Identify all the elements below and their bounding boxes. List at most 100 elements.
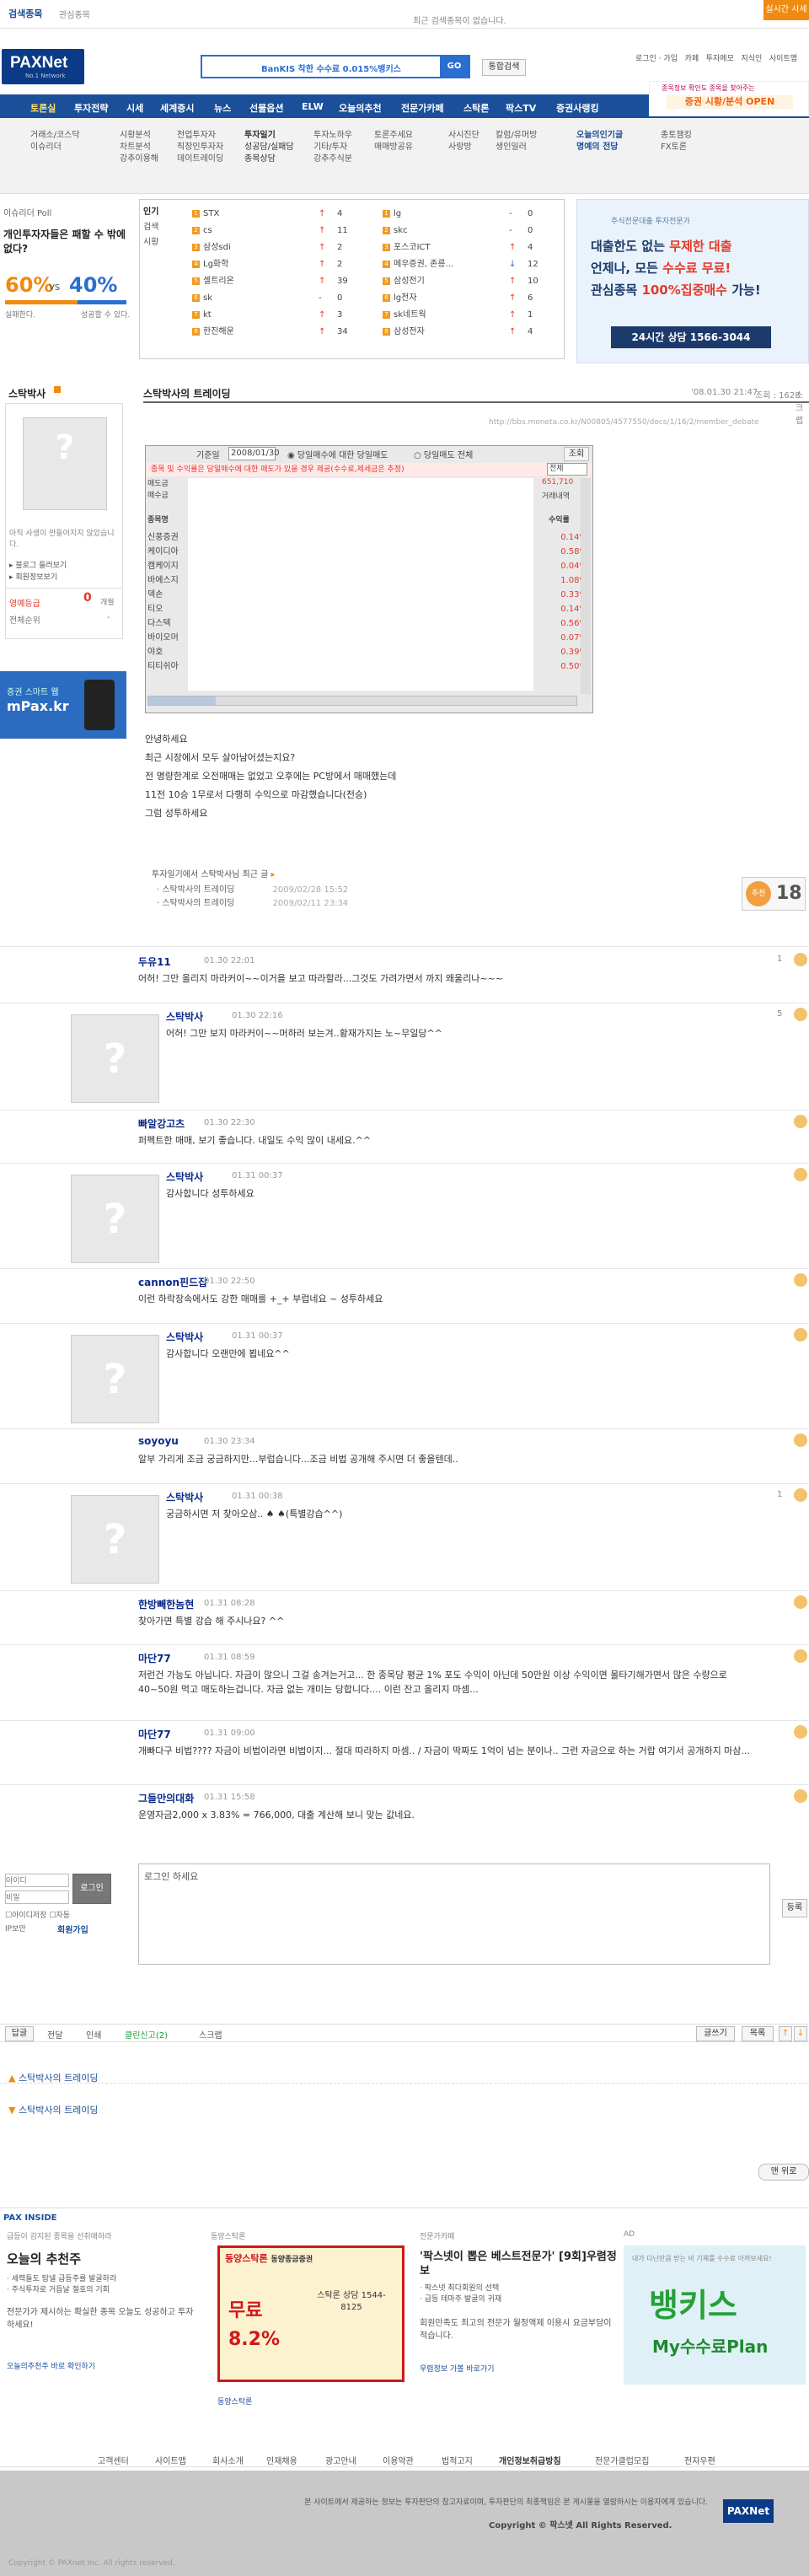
rank-stock-name[interactable]: 삼성전기 — [394, 277, 425, 286]
recommend-button[interactable]: 추천 18 — [742, 877, 806, 911]
subnav-item[interactable]: 종목상담 — [244, 153, 294, 165]
grid-tab-2[interactable]: ○ 당일매도 전체 — [414, 448, 473, 460]
subnav-item[interactable]: 기타/투자 — [313, 142, 352, 153]
save-id-checkbox[interactable]: ☐아이디저장 ☐자동 — [5, 1909, 70, 1920]
comment-author[interactable]: cannon핀드잡 — [138, 1275, 207, 1289]
footer-link[interactable]: 개인정보취급방침 — [499, 2454, 561, 2466]
subnav-item[interactable]: 오늘의인기글 — [576, 130, 623, 142]
qna-link[interactable]: 지식인 — [741, 55, 762, 63]
rank-stock-name[interactable]: Lg화학 — [203, 260, 228, 269]
comment-author[interactable]: 스탁박사 — [166, 1490, 203, 1504]
ranking-row[interactable]: 6 lg전자 ↑ 6 — [383, 291, 560, 305]
subnav-item[interactable]: 거래소/코스닥 — [30, 130, 80, 142]
subnav-item[interactable]: 종토챔킹 — [661, 130, 692, 142]
live-quote-button[interactable]: 실시간 시세 — [763, 0, 809, 20]
comment-reply-icon[interactable] — [794, 1649, 807, 1663]
total-search-button[interactable]: 통합검색 — [482, 59, 526, 76]
profile-info-link[interactable]: ▸ 회원정보보기 — [9, 571, 57, 582]
ranking-row[interactable]: 4 메우증권, 존릉... ↓ 12 — [383, 257, 560, 272]
comment-reply-icon[interactable] — [794, 1273, 807, 1287]
rank-stock-name[interactable]: 한진해운 — [203, 327, 234, 336]
join-link[interactable]: 가입 — [663, 55, 678, 63]
footer-link[interactable]: 사이트맵 — [155, 2454, 186, 2466]
paxnet-logo[interactable]: PAXNet No.1 Network — [2, 49, 84, 84]
join-link[interactable]: 회원가입 — [57, 1923, 88, 1935]
footer-link[interactable]: 고객센터 — [98, 2454, 129, 2466]
scrap-link[interactable]: 스크랩 — [199, 2028, 222, 2041]
grid-hscroll-thumb[interactable] — [148, 696, 216, 705]
ranking-row[interactable]: 6 sk - 0 — [192, 291, 361, 305]
subnav-item[interactable]: 데이트레이딩 — [177, 153, 223, 165]
cafe-link[interactable]: 카페 — [685, 55, 699, 63]
subnav-item[interactable]: 성공담/실패담 — [244, 142, 294, 153]
subnav-item[interactable]: 투자노하우 — [313, 130, 352, 142]
col1-title[interactable]: 오늘의 추천주 — [7, 2250, 197, 2267]
watchlist-link[interactable]: 관심종목 — [59, 8, 90, 20]
comment-author[interactable]: 마단77 — [138, 1651, 171, 1665]
rank-stock-name[interactable]: skc — [394, 226, 408, 235]
grid-hscroll[interactable] — [147, 696, 577, 706]
list-button[interactable]: 목록 — [742, 2026, 774, 2041]
subnav-item[interactable]: 칼럼/유머방 — [496, 130, 537, 142]
subnav-item[interactable]: 투자일기 — [244, 130, 294, 142]
comment-reply-icon[interactable] — [794, 1488, 807, 1502]
related-item[interactable]: · 스탁박사의 트레이딩 2009/02/28 15:52 — [157, 884, 348, 897]
nav-world[interactable]: 세계증시 — [160, 101, 194, 115]
nav-recommend[interactable]: 오늘의추천 — [339, 101, 382, 115]
subnav-item[interactable]: FX토론 — [661, 142, 692, 153]
nav-stockloan[interactable]: 스탁론 — [463, 101, 489, 115]
rank-stock-name[interactable]: 포스코ICT — [394, 243, 431, 252]
footer-link[interactable]: 이용약관 — [383, 2454, 414, 2466]
arrow-up-icon[interactable]: ↑ — [779, 2026, 792, 2041]
memo-link[interactable]: 투자메모 — [706, 55, 734, 63]
rank-stock-name[interactable]: 셀트리온 — [203, 277, 234, 286]
profile-blog-link[interactable]: ▸ 블로그 들러보기 — [9, 559, 67, 570]
footer-link[interactable]: 전문가클럽모집 — [595, 2454, 649, 2466]
grid-tab-1[interactable]: ◉ 당일매수에 대한 당일매도 — [287, 448, 388, 460]
forward-link[interactable]: 전달 — [47, 2028, 62, 2041]
profile-name[interactable]: 스탁박사 — [8, 386, 46, 401]
login-pw-input[interactable] — [5, 1890, 69, 1904]
comment-reply-icon[interactable] — [794, 1168, 807, 1181]
subnav-item[interactable]: 사랑방 — [448, 142, 480, 153]
footer-link[interactable]: 회사소개 — [212, 2454, 244, 2466]
nav-quotes[interactable]: 시세 — [126, 101, 143, 115]
recent-search-label[interactable]: 검색종목 — [8, 7, 42, 20]
comment-author[interactable]: 스탁박사 — [166, 1170, 203, 1184]
rank-stock-name[interactable]: lg — [394, 209, 401, 218]
footer-logo[interactable]: PAXNet — [723, 2499, 774, 2523]
subnav-item[interactable]: 사시진단 — [448, 130, 480, 142]
ranking-row[interactable]: 1 lg - 0 — [383, 207, 560, 221]
comment-textarea[interactable]: 로그인 하세요 — [138, 1863, 770, 1965]
subnav-item[interactable]: 매매방공유 — [374, 142, 413, 153]
comment-reply-icon[interactable] — [794, 1433, 807, 1447]
next-post-link[interactable]: ▼ 스탁박사의 트레이딩 — [8, 2103, 99, 2116]
mpax-ad[interactable]: 증권 스마트 웹 mPax.kr — [0, 671, 126, 739]
poll-label-b[interactable]: 성공할 수 있다. — [81, 309, 130, 320]
ip-security[interactable]: IP보안 — [5, 1923, 26, 1933]
subnav-item[interactable]: 전업투자자 — [177, 130, 223, 142]
comment-author[interactable]: 마단77 — [138, 1727, 171, 1741]
subnav-item[interactable]: 직장인투자자 — [177, 142, 223, 153]
comment-reply-icon[interactable] — [794, 1328, 807, 1342]
subnav-item[interactable]: 차트분석 — [120, 142, 158, 153]
comment-submit-button[interactable]: 등록 — [782, 1899, 807, 1917]
subnav-item[interactable]: 강추주식분 — [313, 153, 352, 165]
comment-reply-icon[interactable] — [794, 1789, 807, 1803]
rank-stock-name[interactable]: kt — [203, 310, 212, 320]
comment-author[interactable]: 스탁박사 — [166, 1330, 203, 1344]
rank-stock-name[interactable]: 삼성전자 — [394, 327, 425, 336]
ranking-row[interactable]: 3 삼성sdi ↑ 2 — [192, 240, 361, 255]
col3-link[interactable]: 우렴정보 가볼 바로가기 — [420, 2363, 619, 2374]
rank-stock-name[interactable]: cs — [203, 226, 212, 235]
col3-title[interactable]: '팍스넷이 뽑은 베스트전문가' [9회]우렴정보 — [420, 2250, 619, 2278]
nav-paxtv[interactable]: 팍스TV — [506, 101, 536, 115]
post-scrap[interactable]: 스크랩 — [796, 388, 809, 426]
search-go-button[interactable]: GO — [440, 56, 469, 78]
arrow-down-icon[interactable]: ↓ — [794, 2026, 807, 2041]
subnav-item[interactable]: 생인일러 — [496, 142, 537, 153]
ranking-row[interactable]: 5 삼성전기 ↑ 10 — [383, 274, 560, 288]
comment-reply-icon[interactable] — [794, 1008, 807, 1021]
subnav-item[interactable]: 토론주세요 — [374, 130, 413, 142]
comment-author[interactable]: 그들만의대화 — [138, 1791, 194, 1805]
